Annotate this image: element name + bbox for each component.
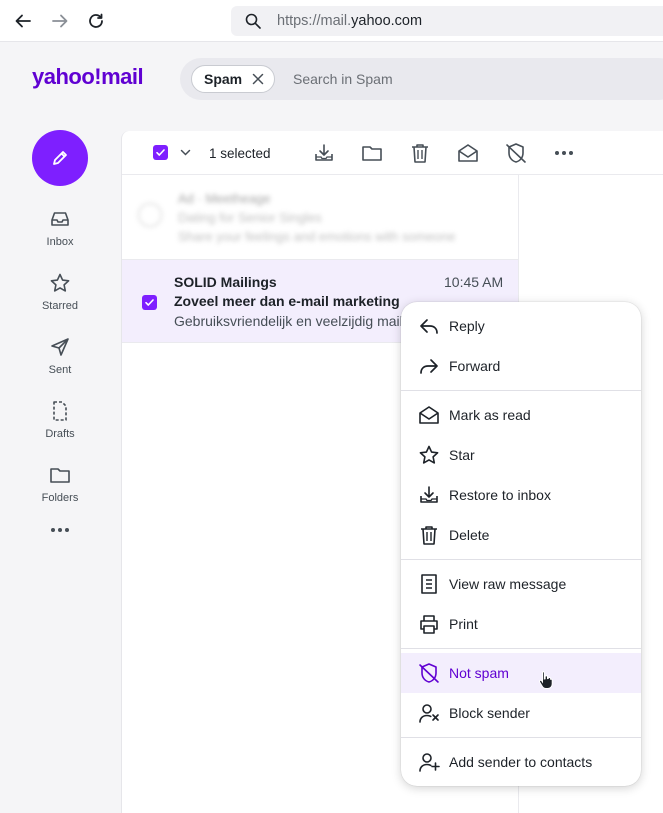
reload-button[interactable] [84, 9, 108, 33]
selected-count: 1 selected [209, 146, 271, 161]
drafts-icon [53, 401, 67, 421]
menu-divider [401, 559, 641, 560]
not-spam-shield-icon [419, 663, 439, 683]
sidebar-item-inbox[interactable]: Inbox [30, 208, 90, 248]
checkmark-icon [156, 149, 165, 156]
message-time: 10:45 AM [444, 274, 504, 290]
menu-divider [401, 737, 641, 738]
back-button[interactable] [11, 9, 35, 33]
search-icon [245, 13, 261, 29]
address-bar[interactable]: https://mail.yahoo.com [231, 6, 663, 36]
sidebar-item-folders[interactable]: Folders [30, 464, 90, 504]
menu-item-mark-as-read[interactable]: Mark as read [401, 395, 641, 435]
envelope-open-icon[interactable] [457, 142, 479, 164]
more-horizontal-icon[interactable] [553, 142, 575, 164]
sidebar-item-starred[interactable]: Starred [30, 272, 90, 312]
search-bar[interactable]: Spam Search in Spam [180, 58, 663, 100]
send-icon [51, 338, 69, 356]
printer-icon [420, 615, 438, 634]
hand-cursor-icon [538, 671, 553, 689]
menu-item-delete[interactable]: Delete [401, 515, 641, 555]
list-toolbar: 1 selected [122, 131, 663, 175]
more-horizontal-icon [51, 528, 69, 532]
search-chip-spam[interactable]: Spam [191, 65, 276, 93]
sidebar-item-label: Drafts [45, 428, 75, 440]
reply-icon [420, 319, 438, 334]
menu-item-not-spam[interactable]: Not spam [401, 653, 641, 693]
message-subject: Zoveel meer dan e-mail marketing [174, 293, 400, 309]
arrow-left-icon [15, 14, 31, 28]
message-sender: SOLID Mailings [174, 274, 277, 290]
sidebar-item-label: Sent [48, 364, 72, 376]
menu-item-block-sender[interactable]: Block sender [401, 693, 641, 733]
sponsored-ad-row[interactable]: Ad · Meetheage Dating for Senior Singles… [122, 176, 518, 259]
message-checkbox[interactable] [142, 295, 157, 310]
ad-label: Ad · Meetheage [178, 191, 271, 206]
search-input[interactable]: Search in Spam [293, 71, 393, 87]
envelope-open-icon [419, 406, 439, 424]
ad-title: Dating for Senior Singles [178, 210, 322, 225]
add-contact-icon [419, 753, 440, 772]
sidebar-item-drafts[interactable]: Drafts [30, 400, 90, 440]
forward-icon [420, 359, 438, 374]
trash-icon [421, 526, 437, 545]
reload-icon [89, 13, 103, 28]
sidebar-item-label: Folders [41, 492, 79, 504]
checkmark-icon [145, 299, 154, 306]
browser-toolbar: https://mail.yahoo.com [0, 0, 663, 42]
message-preview: Gebruiksvriendelijk en veelzijdig mail [174, 313, 403, 329]
select-all-checkbox[interactable] [153, 145, 168, 160]
pencil-icon [53, 151, 67, 165]
restore-inbox-icon [420, 486, 438, 503]
trash-icon[interactable] [409, 142, 431, 164]
menu-item-restore-to-inbox[interactable]: Restore to inbox [401, 475, 641, 515]
context-menu: Reply Forward Mark as read Star Restore … [401, 302, 641, 786]
inbox-icon [51, 212, 69, 226]
menu-item-reply[interactable]: Reply [401, 306, 641, 346]
forward-button[interactable] [48, 9, 72, 33]
star-icon [419, 445, 439, 464]
close-icon[interactable] [251, 72, 265, 86]
menu-item-forward[interactable]: Forward [401, 346, 641, 386]
menu-item-print[interactable]: Print [401, 604, 641, 644]
chevron-down-icon[interactable] [180, 148, 191, 157]
arrow-right-icon [52, 14, 68, 28]
ad-description: Share your feelings and emotions with so… [178, 229, 456, 244]
compose-button[interactable] [32, 130, 88, 186]
folder-icon [50, 468, 70, 483]
folder-icon[interactable] [361, 142, 383, 164]
sidebar-item-sent[interactable]: Sent [30, 336, 90, 376]
document-icon [421, 574, 437, 594]
restore-inbox-icon[interactable] [313, 142, 335, 164]
menu-item-star[interactable]: Star [401, 435, 641, 475]
block-user-icon [419, 704, 439, 723]
menu-divider [401, 648, 641, 649]
sidebar-item-label: Starred [41, 300, 79, 312]
yahoo-mail-logo[interactable]: yahoo!mail [32, 64, 144, 90]
more-options-button[interactable] [50, 522, 70, 543]
star-icon [50, 273, 70, 292]
sidebar-item-label: Inbox [46, 236, 74, 248]
menu-item-add-sender-to-contacts[interactable]: Add sender to contacts [401, 742, 641, 782]
url-text: https://mail.yahoo.com [277, 13, 423, 29]
menu-divider [401, 390, 641, 391]
not-spam-shield-icon[interactable] [505, 142, 527, 164]
menu-item-view-raw-message[interactable]: View raw message [401, 564, 641, 604]
ad-logo [138, 203, 162, 227]
